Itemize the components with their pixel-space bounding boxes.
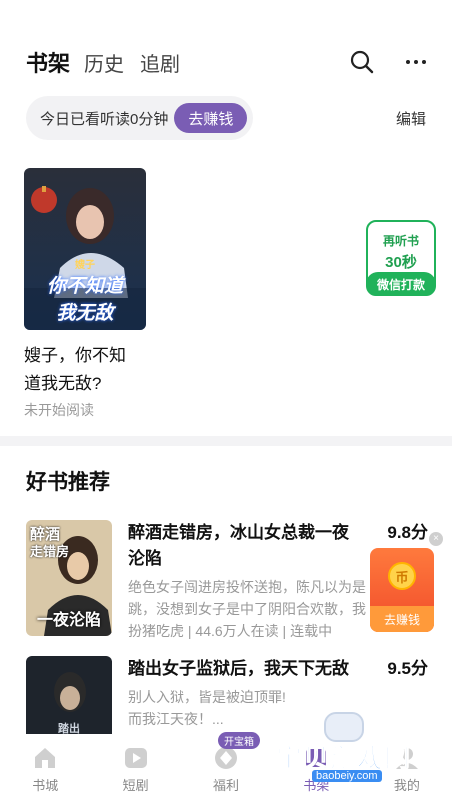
nav-item-welfare[interactable]: 开宝箱 福利: [181, 732, 271, 804]
book-title-line2: 道我无敌?: [24, 374, 102, 393]
rec-desc-line: 别人入狱，皆是被迫顶罪!: [128, 689, 286, 705]
home-icon: [35, 747, 56, 768]
search-icon[interactable]: [346, 46, 378, 78]
tab-following-dramas[interactable]: 追剧: [140, 48, 180, 77]
list-item[interactable]: 醉酒 走错房 一夜沦陷 醉酒走错房，冰山女总裁一夜沦陷 9.8分 绝色女子闯进房…: [26, 520, 428, 639]
header-actions: [346, 46, 432, 78]
rec-title[interactable]: 踏出女子监狱后，我天下无敌: [128, 656, 428, 682]
tab-history[interactable]: 历史: [84, 48, 124, 77]
rec-score: 9.5分: [387, 659, 428, 678]
book-cover[interactable]: 嫂子 你不知道 我无敌: [24, 168, 146, 330]
treasure-badge[interactable]: 开宝箱: [218, 732, 261, 749]
book-read-status: 未开始阅读: [24, 402, 94, 418]
cover-text-line1: 你不知道: [46, 276, 123, 297]
nav-label: 短剧: [122, 777, 149, 793]
cover-art-text: 醉酒 走错房: [30, 526, 69, 560]
play-icon: [124, 747, 147, 768]
nav-item-shorts[interactable]: 短剧: [90, 734, 180, 804]
watermark-url: baobeiy.com: [312, 770, 382, 782]
reading-time-text: 今日已看听读0分钟: [40, 110, 169, 128]
reading-summary-row: 今日已看听读0分钟 去赚钱 编辑: [26, 96, 426, 140]
book-title[interactable]: 嫂子，你不知 道我无敌?: [24, 342, 148, 398]
edit-button[interactable]: 编辑: [396, 108, 426, 129]
cover-text-line: 走错房: [30, 544, 70, 559]
reading-time-pill: 今日已看听读0分钟 去赚钱: [26, 96, 254, 140]
section-title: 好书推荐: [26, 471, 110, 494]
nav-label: 书城: [32, 777, 59, 793]
more-icon[interactable]: [400, 46, 432, 78]
watermark: 宝贝游戏网 baobeiy.com: [275, 712, 426, 788]
cover-title-art: 嫂子 你不知道 我无敌: [24, 256, 146, 325]
earn-money-button[interactable]: 去赚钱: [174, 103, 248, 133]
floating-earn-widget[interactable]: 币 去赚钱: [370, 548, 434, 632]
floating-earn-label[interactable]: 去赚钱: [370, 606, 434, 632]
rec-score: 9.8分: [387, 523, 428, 542]
section-divider: [0, 436, 452, 446]
coin-icon: 币: [388, 562, 416, 590]
wechat-payout-button[interactable]: 微信打款: [366, 272, 436, 296]
shelf-book-card[interactable]: 嫂子 你不知道 我无敌 嫂子，你不知 道我无敌? 未开始阅读: [24, 168, 148, 420]
nav-item-bookstore[interactable]: 书城: [0, 734, 90, 804]
listen-line2: 30秒: [385, 254, 417, 271]
nav-label: 福利: [213, 777, 240, 793]
cover-text-line2: 我无敌: [56, 303, 114, 324]
cover-text-line: 一夜沦陷: [36, 612, 101, 629]
book-cover[interactable]: 醉酒 走错房 一夜沦陷: [26, 520, 112, 636]
tab-bookshelf[interactable]: 书架: [26, 46, 70, 78]
close-icon[interactable]: ×: [429, 532, 443, 546]
book-title-line1: 嫂子，你不知: [24, 346, 126, 365]
cover-text-top: 嫂子: [75, 260, 95, 271]
cover-text-line: 醉酒: [30, 526, 61, 543]
listen-reward-card[interactable]: 再听书 30秒 微信打款: [366, 220, 436, 296]
top-header: 书架 历史 追剧: [26, 40, 432, 84]
listen-line1: 再听书: [382, 234, 419, 248]
